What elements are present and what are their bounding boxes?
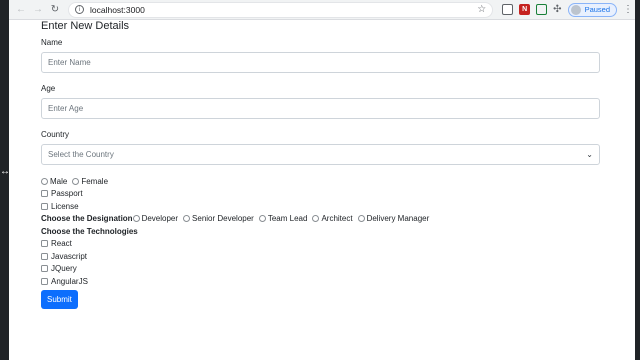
background-editor-strip xyxy=(0,0,9,360)
reload-icon[interactable]: ↻ xyxy=(47,2,63,18)
designation-label: Choose the Designation xyxy=(41,214,133,224)
designation-developer[interactable]: Developer xyxy=(132,214,178,223)
url-text: localhost:3000 xyxy=(90,4,145,15)
designation-senior-developer[interactable]: Senior Developer xyxy=(183,214,254,223)
extension-red-icon[interactable]: N xyxy=(519,4,531,15)
bookmark-star-icon[interactable]: ☆ xyxy=(477,4,486,15)
screen: ← → ↻ i localhost:3000 ☆ N ✣ Paused ⋮ En… xyxy=(0,0,640,360)
site-info-icon[interactable]: i xyxy=(75,5,84,14)
checkbox-passport[interactable] xyxy=(41,190,48,198)
extension-icon[interactable] xyxy=(502,4,514,15)
radio-male[interactable] xyxy=(41,177,48,185)
profile-paused-button[interactable]: Paused xyxy=(567,2,617,17)
checkbox-jquery[interactable] xyxy=(41,265,48,273)
tech-javascript-row[interactable]: Javascript xyxy=(41,250,600,263)
form-page: Enter New Details Name Enter Name Age En… xyxy=(9,20,635,309)
radio-delivery-manager[interactable] xyxy=(357,215,365,223)
avatar xyxy=(570,4,581,15)
extensions-puzzle-icon[interactable]: ✣ xyxy=(553,4,561,15)
chevron-down-icon: ⌄ xyxy=(586,150,593,159)
name-input[interactable]: Enter Name xyxy=(41,52,600,73)
radio-team-lead[interactable] xyxy=(258,215,266,223)
country-label: Country xyxy=(41,130,70,139)
checkbox-react[interactable] xyxy=(41,240,48,248)
gender-row: Male Female xyxy=(41,175,600,188)
radio-senior-developer[interactable] xyxy=(183,215,191,223)
forward-icon[interactable]: → xyxy=(30,2,46,18)
tech-jquery-row[interactable]: JQuery xyxy=(41,263,600,276)
designation-row: Choose the Designation Developer Senior … xyxy=(41,213,600,226)
designation-team-lead[interactable]: Team Lead xyxy=(258,214,307,223)
gender-option-female[interactable]: Female xyxy=(72,177,108,186)
document-passport-row[interactable]: Passport xyxy=(41,188,600,201)
back-icon[interactable]: ← xyxy=(13,2,29,18)
tech-angularjs-row[interactable]: AngularJS xyxy=(41,275,600,288)
checkbox-license[interactable] xyxy=(41,202,48,210)
background-right-strip xyxy=(635,0,640,360)
checkbox-angularjs[interactable] xyxy=(41,277,48,285)
name-label: Name xyxy=(41,38,63,47)
browser-toolbar: ← → ↻ i localhost:3000 ☆ N ✣ Paused ⋮ xyxy=(9,0,635,20)
designation-delivery-manager[interactable]: Delivery Manager xyxy=(357,214,429,223)
form-heading: Enter New Details xyxy=(41,20,130,32)
address-bar[interactable]: i localhost:3000 ☆ xyxy=(68,1,494,18)
document-license-row[interactable]: License xyxy=(41,200,600,213)
browser-window: ← → ↻ i localhost:3000 ☆ N ✣ Paused ⋮ En… xyxy=(9,0,635,360)
country-select-value: Select the Country xyxy=(48,150,114,159)
age-input[interactable]: Enter Age xyxy=(41,98,600,119)
paused-label: Paused xyxy=(584,5,610,14)
submit-button[interactable]: Submit xyxy=(41,289,78,309)
country-select[interactable]: Select the Country ⌄ xyxy=(41,144,600,165)
resize-cursor-icon: ↔ xyxy=(0,166,10,177)
radio-developer[interactable] xyxy=(132,215,140,223)
checkbox-javascript[interactable] xyxy=(41,252,48,260)
more-menu-icon[interactable]: ⋮ xyxy=(623,4,633,15)
technologies-label: Choose the Technologies xyxy=(41,226,138,236)
designation-architect[interactable]: Architect xyxy=(312,214,353,223)
gender-option-male[interactable]: Male xyxy=(41,177,67,186)
extension-green-icon[interactable] xyxy=(536,4,548,15)
tech-react-row[interactable]: React xyxy=(41,238,600,251)
radio-female[interactable] xyxy=(72,177,80,185)
age-label: Age xyxy=(41,84,56,93)
radio-architect[interactable] xyxy=(312,215,320,223)
